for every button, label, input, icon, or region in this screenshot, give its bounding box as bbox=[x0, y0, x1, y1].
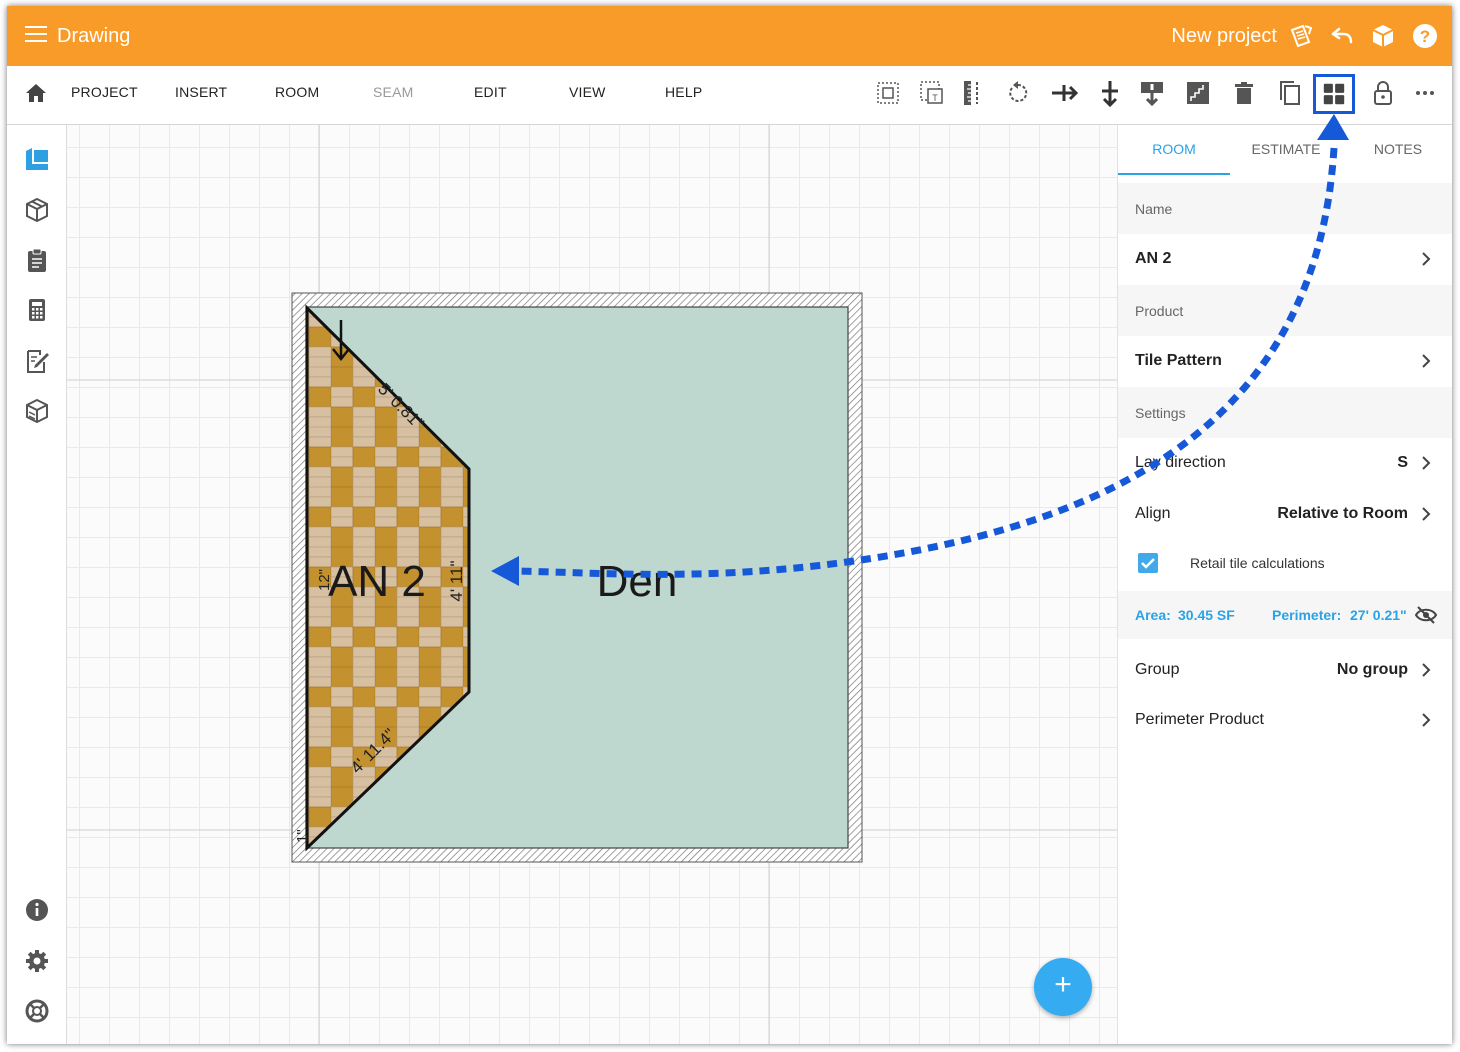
menu-icon[interactable] bbox=[25, 26, 47, 44]
small-room-label: AN 2 bbox=[328, 557, 426, 606]
help-icon[interactable]: ? bbox=[1411, 22, 1439, 50]
products-icon[interactable] bbox=[23, 397, 51, 425]
floor-plan: 5' 0.81" 4' 11" 4' 11.4" 12" 1" AN 2 Den bbox=[67, 125, 1117, 1044]
3d-view-icon[interactable] bbox=[1369, 22, 1397, 50]
dimension-label: 1" bbox=[294, 829, 311, 843]
room-name-value: AN 2 bbox=[1135, 250, 1172, 267]
area-label: Area: bbox=[1135, 607, 1171, 623]
split-horizontal-icon[interactable] bbox=[1049, 78, 1079, 108]
menu-edit[interactable]: EDIT bbox=[474, 84, 507, 100]
tab-notes[interactable]: NOTES bbox=[1342, 141, 1452, 157]
lay-direction-label: Lay direction bbox=[1135, 454, 1226, 471]
tab-room[interactable]: ROOM bbox=[1118, 141, 1230, 157]
svg-text:?: ? bbox=[1420, 27, 1430, 46]
split-vertical-icon[interactable] bbox=[1095, 78, 1125, 108]
clipboard-icon[interactable] bbox=[23, 246, 51, 274]
notes-edit-icon[interactable] bbox=[23, 347, 51, 375]
properties-panel: ROOM ESTIMATE NOTES Name AN 2 Product Ti… bbox=[1117, 125, 1452, 1044]
settings-icon[interactable] bbox=[23, 947, 51, 975]
project-name[interactable]: New project bbox=[1171, 25, 1277, 48]
big-room-label: Den bbox=[597, 557, 678, 606]
perimeter-value: 27' 0.21" bbox=[1350, 607, 1407, 623]
layers-icon[interactable] bbox=[23, 145, 51, 173]
product-value: Tile Pattern bbox=[1135, 352, 1222, 369]
tile-pattern-icon[interactable] bbox=[1313, 74, 1355, 114]
name-section-header: Name bbox=[1118, 183, 1452, 234]
lay-direction-row[interactable]: Lay direction S bbox=[1118, 438, 1452, 488]
chevron-right-icon bbox=[1422, 456, 1431, 470]
perimeter-label: Perimeter: bbox=[1272, 607, 1342, 623]
drawing-canvas[interactable]: 5' 0.81" 4' 11" 4' 11.4" 12" 1" AN 2 Den bbox=[67, 125, 1117, 1044]
lock-icon[interactable] bbox=[1368, 78, 1398, 108]
active-tab-indicator bbox=[1118, 173, 1230, 175]
home-icon[interactable] bbox=[23, 80, 49, 106]
menu-bar: PROJECT INSERT ROOM SEAM EDIT VIEW HELP … bbox=[7, 66, 1452, 125]
menu-help[interactable]: HELP bbox=[665, 84, 702, 100]
settings-section-header: Settings bbox=[1118, 387, 1452, 438]
area-value: 30.45 SF bbox=[1178, 607, 1235, 623]
section-label: Name bbox=[1135, 201, 1173, 217]
retail-tile-row: Retail tile calculations bbox=[1118, 539, 1452, 589]
3d-box-icon[interactable] bbox=[23, 196, 51, 224]
svg-text:T: T bbox=[932, 93, 938, 103]
stairs-icon[interactable] bbox=[1183, 78, 1213, 108]
menu-view[interactable]: VIEW bbox=[569, 84, 606, 100]
hide-eye-icon[interactable] bbox=[1414, 605, 1438, 625]
group-label: Group bbox=[1135, 661, 1180, 678]
section-label: Settings bbox=[1135, 405, 1186, 421]
section-label: Product bbox=[1135, 303, 1184, 319]
menu-seam[interactable]: SEAM bbox=[373, 84, 413, 100]
group-row[interactable]: Group No group bbox=[1118, 645, 1452, 695]
more-icon[interactable] bbox=[1410, 78, 1440, 108]
retail-tile-label: Retail tile calculations bbox=[1190, 555, 1325, 571]
add-fab-button[interactable]: + bbox=[1034, 958, 1092, 1016]
project-notes-icon[interactable] bbox=[1287, 22, 1315, 50]
perimeter-product-row[interactable]: Perimeter Product bbox=[1118, 695, 1452, 745]
app-title: Drawing bbox=[57, 25, 131, 47]
copy-icon[interactable] bbox=[1275, 78, 1305, 108]
check-icon bbox=[1141, 558, 1155, 569]
merge-icon[interactable] bbox=[1137, 78, 1167, 108]
group-value: No group bbox=[1336, 661, 1408, 678]
app-window: Drawing New project ? PROJECT INSERT ROO… bbox=[7, 6, 1452, 1044]
top-app-bar: Drawing New project ? bbox=[7, 6, 1452, 66]
panel-tabs: ROOM ESTIMATE NOTES bbox=[1118, 125, 1452, 175]
measure-icon[interactable] bbox=[957, 78, 987, 108]
rotate-icon[interactable] bbox=[1003, 78, 1033, 108]
chevron-right-icon bbox=[1422, 252, 1431, 266]
support-icon[interactable] bbox=[23, 997, 51, 1025]
lay-direction-value: S bbox=[1397, 454, 1408, 471]
product-row[interactable]: Tile Pattern bbox=[1118, 336, 1452, 386]
chevron-right-icon bbox=[1422, 713, 1431, 727]
chevron-right-icon bbox=[1422, 354, 1431, 368]
name-row[interactable]: AN 2 bbox=[1118, 234, 1452, 284]
plus-icon: + bbox=[1054, 968, 1072, 1001]
chevron-right-icon bbox=[1422, 507, 1431, 521]
menu-insert[interactable]: INSERT bbox=[175, 84, 227, 100]
undo-icon[interactable] bbox=[1327, 22, 1355, 50]
select-text-icon[interactable]: T bbox=[917, 78, 947, 108]
tab-estimate[interactable]: ESTIMATE bbox=[1230, 141, 1342, 157]
delete-icon[interactable] bbox=[1229, 78, 1259, 108]
menu-room[interactable]: ROOM bbox=[275, 84, 319, 100]
room-metrics: Area: 30.45 SF Perimeter: 27' 0.21" bbox=[1118, 591, 1452, 639]
info-icon[interactable] bbox=[23, 896, 51, 924]
chevron-right-icon bbox=[1422, 663, 1431, 677]
perimeter-product-label: Perimeter Product bbox=[1135, 711, 1264, 728]
select-icon[interactable] bbox=[873, 78, 903, 108]
left-sidebar bbox=[7, 125, 67, 1044]
align-row[interactable]: Align Relative to Room bbox=[1118, 489, 1452, 539]
product-section-header: Product bbox=[1118, 285, 1452, 336]
retail-tile-checkbox[interactable] bbox=[1138, 553, 1158, 573]
align-value: Relative to Room bbox=[1277, 505, 1408, 522]
dimension-label: 4' 11" bbox=[447, 560, 466, 601]
calculator-icon[interactable] bbox=[23, 296, 51, 324]
align-label: Align bbox=[1135, 505, 1171, 522]
menu-project[interactable]: PROJECT bbox=[71, 84, 138, 100]
